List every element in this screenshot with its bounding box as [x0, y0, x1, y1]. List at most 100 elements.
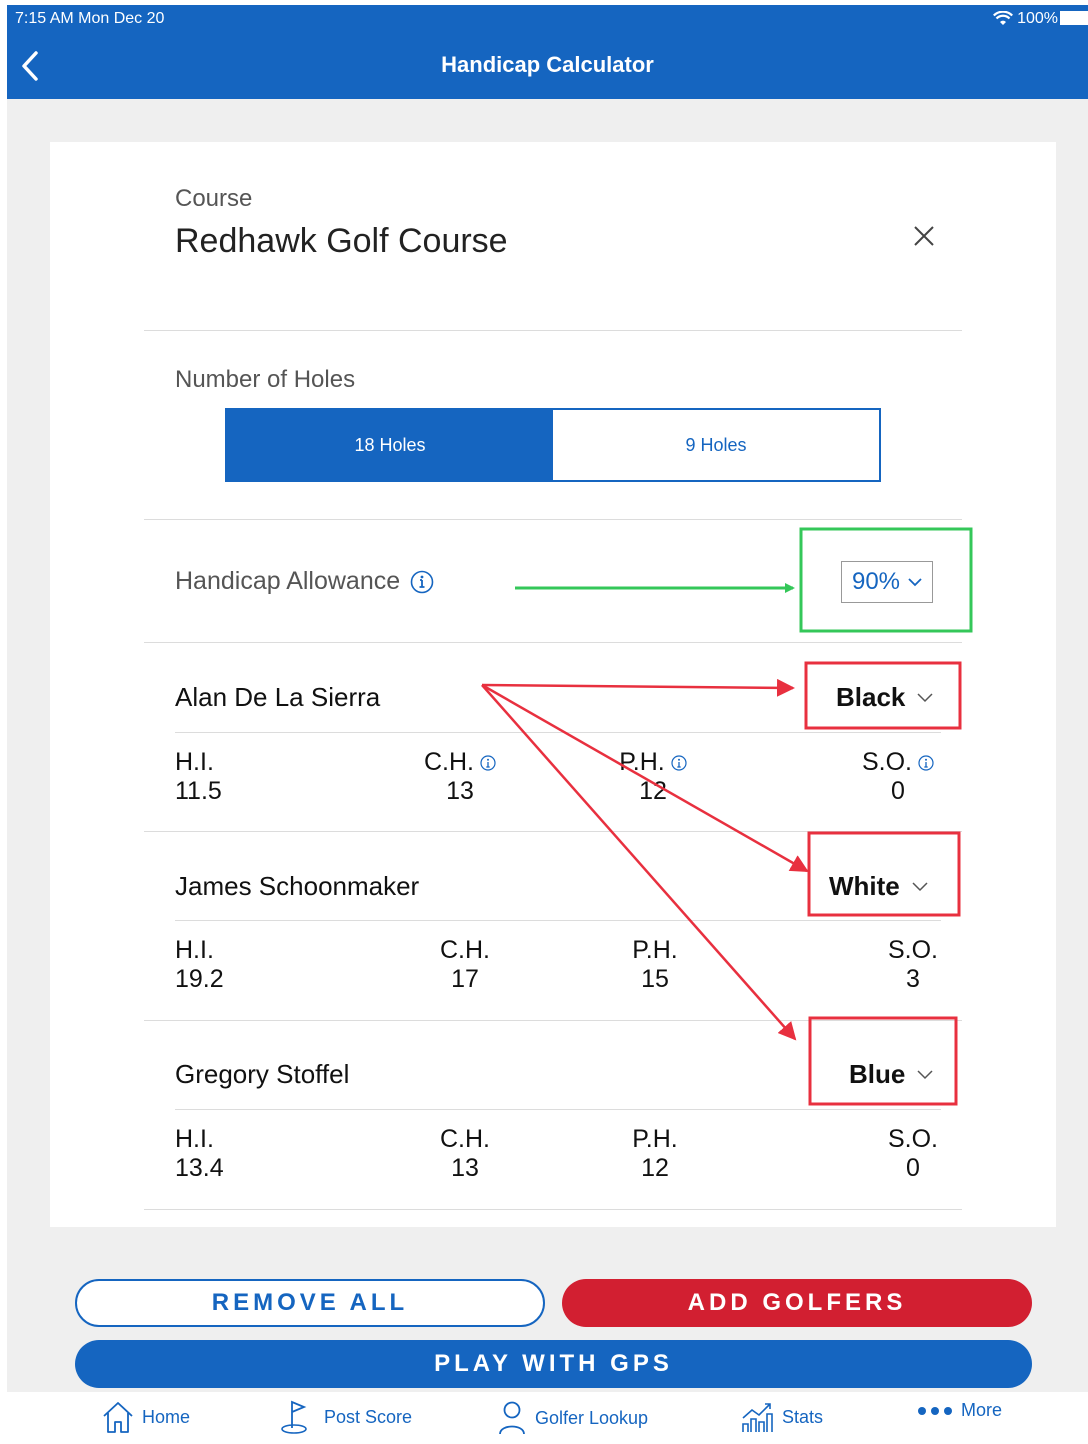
app-screen: 7:15 AM Mon Dec 20 100% Handicap Calcula… [7, 5, 1088, 1444]
add-golfers-button[interactable]: ADD GOLFERS [562, 1279, 1032, 1327]
divider [175, 920, 941, 921]
stat-ph-value: 12 [639, 777, 667, 805]
stat-hi-value: 13.4 [175, 1154, 224, 1182]
segment-18-holes[interactable]: 18 Holes [227, 410, 553, 480]
chevron-down-icon [917, 692, 933, 702]
divider [144, 642, 962, 643]
divider [144, 519, 962, 520]
holes-segmented-control: 18 Holes 9 Holes [225, 408, 881, 482]
divider [144, 1020, 962, 1021]
tee-dropdown-black[interactable]: Black [836, 682, 933, 713]
stat-ch-value: 13 [446, 777, 474, 805]
stat-so-label: S.O. [887, 936, 938, 964]
divider [144, 831, 962, 832]
stat-hi-value: 11.5 [175, 777, 222, 805]
tab-post-score[interactable]: Post Score [280, 1400, 412, 1434]
info-icon[interactable] [671, 754, 687, 771]
stat-hi: H.I. 13.4 [175, 1125, 224, 1183]
chart-icon [742, 1403, 773, 1432]
stat-ph-label: P.H. [632, 1125, 678, 1153]
allowance-label-row: Handicap Allowance [175, 567, 434, 596]
stat-so-label: S.O. [887, 1125, 938, 1153]
chevron-down-icon [908, 577, 922, 586]
stat-so-label: S.O. [861, 748, 912, 776]
stat-so: S.O. 3 [863, 936, 963, 994]
golfer-name: James Schoonmaker [175, 871, 420, 901]
stat-ph: P.H. 12 [603, 748, 703, 806]
tab-label: More [961, 1400, 1003, 1420]
stat-ch: C.H. 17 [415, 936, 515, 994]
tab-label: Golfer Lookup [535, 1407, 649, 1428]
allowance-value: 90% [851, 568, 901, 595]
info-icon[interactable] [410, 570, 434, 594]
status-wifi: 100% [993, 10, 1058, 28]
divider [144, 1209, 962, 1210]
stat-hi-label: H.I. [175, 1125, 214, 1153]
tee-value: Black [836, 682, 906, 712]
home-icon [103, 1402, 133, 1433]
stat-ch-label: C.H. [424, 748, 474, 776]
golfer-name: Gregory Stoffel [175, 1059, 350, 1089]
tab-label: Home [142, 1406, 191, 1427]
stat-ch: C.H. 13 [410, 748, 510, 806]
allowance-dropdown[interactable]: 90% [841, 561, 933, 603]
tee-dropdown-blue[interactable]: Blue [849, 1059, 933, 1090]
chevron-down-icon [917, 1069, 933, 1079]
page-title: Handicap Calculator [441, 52, 654, 77]
course-label: Course [175, 185, 253, 212]
stat-ph: P.H. 15 [605, 936, 705, 994]
segment-9-holes[interactable]: 9 Holes [553, 410, 879, 480]
stat-so-value: 0 [891, 777, 905, 805]
dots-icon [918, 1406, 952, 1415]
stat-ch-value: 13 [451, 1154, 479, 1182]
divider [175, 1109, 941, 1110]
tee-dropdown-white[interactable]: White [829, 871, 928, 902]
golfer-name: Alan De La Sierra [175, 682, 381, 712]
golf-flag-icon [281, 1400, 307, 1434]
battery-icon [1060, 11, 1088, 25]
allowance-label: Handicap Allowance [175, 567, 401, 595]
stat-hi-label: H.I. [175, 936, 214, 964]
stat-so-value: 0 [906, 1154, 920, 1182]
chevron-down-icon [912, 881, 928, 891]
stat-ch: C.H. 13 [415, 1125, 515, 1183]
tab-stats[interactable]: Stats [740, 1400, 823, 1434]
tab-bar: Home Post Score Golfer Lookup Stats More [7, 1392, 1088, 1444]
tab-label: Post Score [324, 1406, 413, 1427]
stat-so-value: 3 [906, 965, 920, 993]
tab-more[interactable]: More [917, 1400, 1002, 1421]
stat-ph: P.H. 12 [605, 1125, 705, 1183]
top-bar: 7:15 AM Mon Dec 20 100% Handicap Calcula… [7, 5, 1088, 99]
stat-hi-label: H.I. [175, 748, 214, 776]
calculator-card: Course Redhawk Golf Course Number of Hol… [50, 142, 1056, 1227]
stat-hi: H.I. 11.5 [175, 748, 222, 806]
person-icon [499, 1401, 525, 1435]
stat-ph-label: P.H. [632, 936, 678, 964]
course-name[interactable]: Redhawk Golf Course [175, 222, 508, 261]
info-icon[interactable] [918, 754, 934, 771]
stat-ch-label: C.H. [440, 936, 490, 964]
remove-all-button[interactable]: REMOVE ALL [75, 1279, 545, 1327]
stat-so: S.O. 0 [863, 1125, 963, 1183]
tee-value: Blue [849, 1059, 906, 1089]
tab-home[interactable]: Home [102, 1400, 190, 1434]
divider [175, 732, 941, 733]
close-icon[interactable] [912, 224, 936, 248]
info-icon[interactable] [480, 754, 496, 771]
stat-ph-label: P.H. [619, 748, 665, 776]
tab-label: Stats [782, 1406, 824, 1427]
tee-value: White [829, 871, 900, 901]
stat-ph-value: 15 [641, 965, 669, 993]
holes-label: Number of Holes [175, 366, 356, 393]
stat-ph-value: 12 [641, 1154, 669, 1182]
stat-ch-value: 17 [451, 965, 479, 993]
divider [144, 330, 962, 331]
wifi-icon [993, 11, 1014, 25]
tab-golfer-lookup[interactable]: Golfer Lookup [497, 1400, 648, 1436]
battery-percent: 100% [1017, 10, 1058, 27]
stat-so: S.O. 0 [848, 748, 948, 806]
stat-hi: H.I. 19.2 [175, 936, 224, 994]
stat-ch-label: C.H. [440, 1125, 490, 1153]
status-time: 7:15 AM Mon Dec 20 [15, 10, 165, 27]
play-with-gps-button[interactable]: PLAY WITH GPS [75, 1340, 1032, 1388]
